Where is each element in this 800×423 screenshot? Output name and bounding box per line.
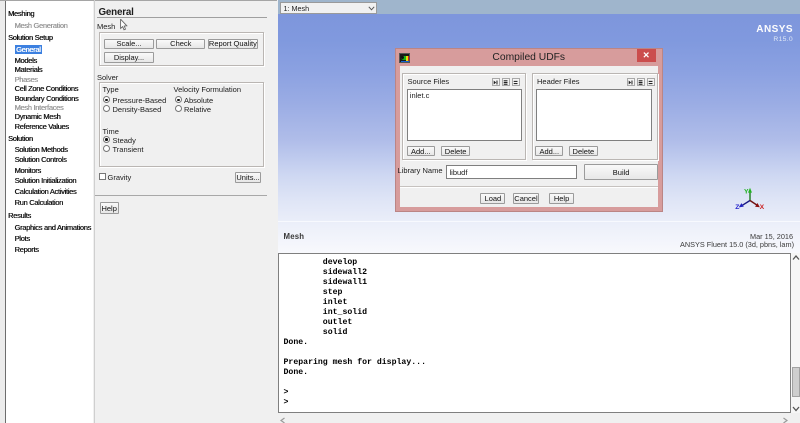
- svg-text:Y: Y: [744, 189, 749, 196]
- svg-text:Z: Z: [735, 204, 739, 211]
- svg-text:X: X: [760, 204, 765, 211]
